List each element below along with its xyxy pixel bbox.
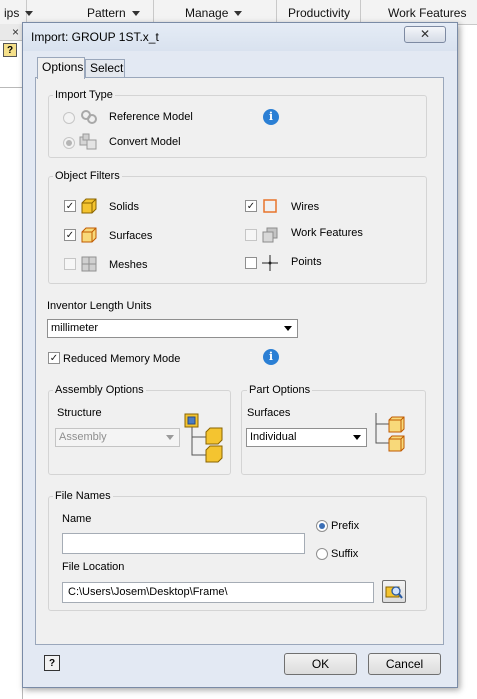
help-icon[interactable]: ? bbox=[3, 43, 17, 57]
ribbon-tab-pattern[interactable]: Pattern bbox=[83, 0, 154, 24]
point-icon bbox=[261, 254, 279, 272]
length-units-label: Inventor Length Units bbox=[47, 300, 152, 312]
object-filters-group bbox=[48, 176, 427, 284]
tab-select[interactable]: Select bbox=[85, 59, 125, 78]
chevron-down-icon bbox=[284, 326, 292, 331]
meshes-label: Meshes bbox=[109, 259, 148, 271]
solids-checkbox[interactable]: ✓ bbox=[64, 200, 76, 212]
length-units-value: millimeter bbox=[51, 322, 99, 334]
reference-model-label: Reference Model bbox=[109, 111, 193, 123]
import-type-group bbox=[48, 95, 427, 158]
ribbon-tab-label: ips bbox=[4, 6, 20, 20]
work-feature-icon bbox=[261, 226, 279, 244]
prefix-radio[interactable] bbox=[316, 520, 328, 532]
file-names-label: File Names bbox=[53, 490, 113, 502]
wires-checkbox[interactable]: ✓ bbox=[245, 200, 257, 212]
ribbon-tab-manage[interactable]: Manage bbox=[181, 0, 277, 24]
close-icon: ✕ bbox=[419, 27, 431, 41]
prefix-label: Prefix bbox=[331, 520, 360, 532]
chevron-down-icon bbox=[131, 11, 140, 17]
structure-value: Assembly bbox=[59, 431, 107, 443]
convert-model-radio[interactable] bbox=[63, 137, 75, 149]
surfaces-label: Surfaces bbox=[109, 230, 153, 242]
convert-model-label: Convert Model bbox=[109, 136, 181, 148]
chevron-down-icon bbox=[234, 11, 243, 17]
info-icon[interactable]: i bbox=[263, 109, 279, 125]
chevron-down-icon bbox=[166, 435, 174, 440]
left-browser-panel bbox=[0, 24, 23, 699]
reference-model-radio[interactable] bbox=[63, 112, 75, 124]
ribbon-tab-label: Pattern bbox=[87, 6, 126, 20]
cancel-button[interactable]: Cancel bbox=[368, 653, 441, 675]
part-surfaces-value: Individual bbox=[250, 431, 297, 443]
ribbon-tab-label: Work Features bbox=[388, 6, 467, 20]
tab-options[interactable]: Options bbox=[37, 57, 85, 79]
divider bbox=[0, 87, 22, 88]
work-features-checkbox[interactable] bbox=[245, 229, 257, 241]
structure-label: Structure bbox=[57, 407, 102, 419]
part-options-label: Part Options bbox=[247, 384, 313, 396]
ribbon-tab-work-features[interactable]: Work Features bbox=[384, 0, 477, 24]
part-surfaces-label: Surfaces bbox=[247, 407, 291, 419]
assembly-options-label: Assembly Options bbox=[53, 384, 146, 396]
wires-label: Wires bbox=[291, 201, 320, 213]
dialog-title: Import: GROUP 1ST.x_t bbox=[31, 30, 159, 44]
points-checkbox[interactable] bbox=[245, 257, 257, 269]
ribbon-tab-label: Manage bbox=[185, 6, 229, 20]
convert-model-icon bbox=[79, 133, 99, 151]
ribbon-tab-productivity[interactable]: Productivity bbox=[284, 0, 361, 24]
part-surfaces-select[interactable]: Individual bbox=[246, 428, 367, 447]
suffix-label: Suffix bbox=[331, 548, 359, 560]
object-filters-label: Object Filters bbox=[53, 170, 122, 182]
import-type-label: Import Type bbox=[53, 89, 115, 101]
reference-model-icon bbox=[79, 108, 99, 126]
close-icon[interactable]: × bbox=[12, 25, 19, 39]
surfaces-checkbox[interactable]: ✓ bbox=[64, 229, 76, 241]
ribbon-tab-clips[interactable]: ips bbox=[0, 0, 34, 24]
chevron-down-icon bbox=[25, 11, 34, 17]
ribbon-tab-label: Productivity bbox=[288, 6, 351, 20]
solid-icon bbox=[80, 197, 98, 215]
chevron-down-icon bbox=[353, 435, 361, 440]
wire-icon bbox=[261, 197, 279, 215]
browse-folder-icon bbox=[385, 586, 403, 599]
points-label: Points bbox=[291, 256, 322, 268]
length-units-select[interactable]: millimeter bbox=[47, 319, 298, 338]
help-icon[interactable]: ? bbox=[44, 655, 60, 671]
file-location-input[interactable]: C:\Users\Josem\Desktop\Frame\ bbox=[62, 582, 374, 603]
reduced-memory-label: Reduced Memory Mode bbox=[63, 353, 181, 365]
browse-folder-button[interactable] bbox=[382, 580, 406, 603]
solids-label: Solids bbox=[109, 201, 139, 213]
surface-icon bbox=[80, 226, 98, 244]
mesh-icon bbox=[80, 255, 98, 273]
work-features-label: Work Features bbox=[291, 227, 363, 239]
dialog-close-button[interactable]: ✕ bbox=[404, 26, 446, 43]
part-surfaces-icon bbox=[373, 412, 407, 454]
name-input[interactable] bbox=[62, 533, 305, 554]
assembly-structure-icon bbox=[184, 412, 224, 466]
info-icon[interactable]: i bbox=[263, 349, 279, 365]
structure-select[interactable]: Assembly bbox=[55, 428, 180, 447]
name-label: Name bbox=[62, 513, 92, 525]
meshes-checkbox[interactable] bbox=[64, 258, 76, 270]
file-location-label: File Location bbox=[62, 561, 125, 573]
reduced-memory-checkbox[interactable]: ✓ bbox=[48, 352, 60, 364]
ok-button[interactable]: OK bbox=[284, 653, 357, 675]
suffix-radio[interactable] bbox=[316, 548, 328, 560]
